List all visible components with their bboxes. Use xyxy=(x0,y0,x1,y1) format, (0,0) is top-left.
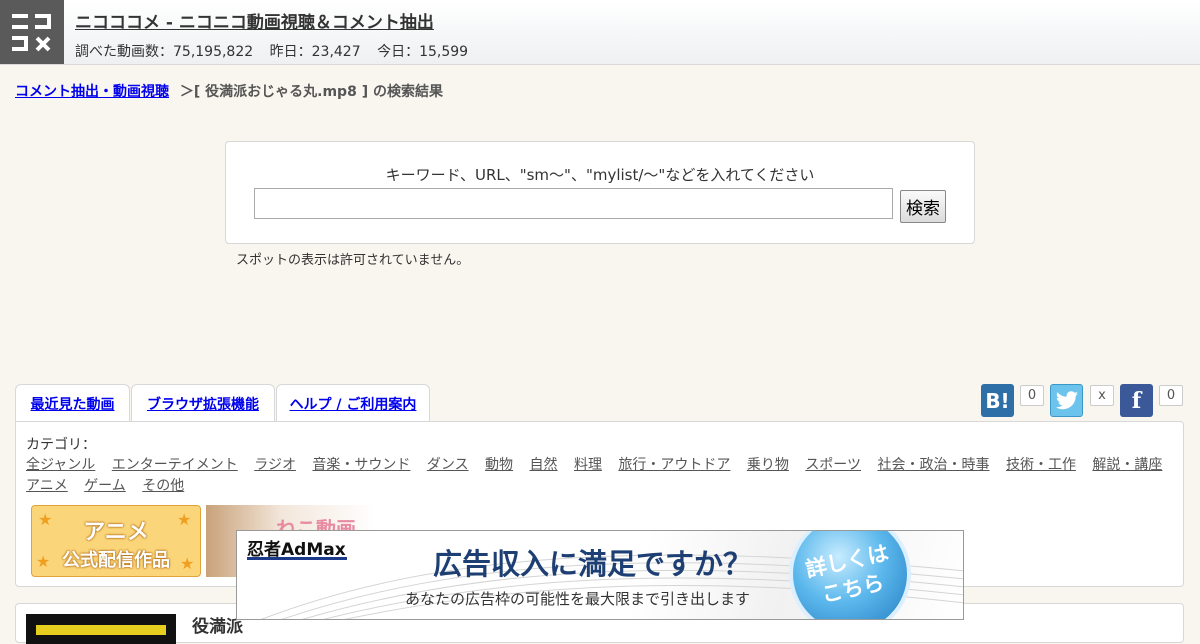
breadcrumb-current: ＞[ 役満派おじゃる丸.mp8 ] の検索結果 xyxy=(179,84,443,100)
stat-yesterday: 昨日：23,427 xyxy=(269,44,361,60)
hatena-count: 0 xyxy=(1020,385,1044,406)
site-title[interactable]: ニコココメ - ニコニコ動画視聴＆コメント抽出 xyxy=(75,8,434,33)
facebook-count: 0 xyxy=(1159,385,1183,406)
admax-ad-banner[interactable]: 忍者AdMax 広告収入に満足ですか？ あなたの広告枠の可能性を最大限まで引き出… xyxy=(236,530,964,620)
category-link[interactable]: その他 xyxy=(142,476,184,497)
category-link[interactable]: 動物 xyxy=(485,455,513,476)
twitter-bird-icon[interactable] xyxy=(1050,384,1083,417)
category-link[interactable]: 全ジャンル xyxy=(26,455,95,476)
site-stats: 調べた動画数：75,195,822 昨日：23,427 今日：15,599 xyxy=(75,41,480,61)
category-link[interactable]: ラジオ xyxy=(254,455,296,476)
category-link[interactable]: ダンス xyxy=(427,455,469,476)
tab-recent-videos-label[interactable]: 最近見た動画 xyxy=(31,394,115,414)
result-thumbnail[interactable] xyxy=(26,614,176,644)
nicocome-logo-icon[interactable] xyxy=(0,0,64,64)
twitter-count: x xyxy=(1090,385,1114,406)
tab-recent-videos[interactable]: 最近見た動画 xyxy=(15,384,130,422)
category-link[interactable]: エンターテイメント xyxy=(112,455,238,476)
tab-browser-extension-label[interactable]: ブラウザ拡張機能 xyxy=(147,394,259,414)
ad-headline: 広告収入に満足ですか？ xyxy=(433,547,753,581)
ad-brand-underline xyxy=(247,557,347,560)
category-link[interactable]: ゲーム xyxy=(84,476,126,497)
tab-help[interactable]: ヘルプ / ご利用案内 xyxy=(276,384,430,422)
breadcrumb-home-link[interactable]: コメント抽出・動画視聴 xyxy=(15,84,169,100)
tab-browser-extension[interactable]: ブラウザ拡張機能 xyxy=(131,384,275,422)
category-link[interactable]: スポーツ xyxy=(805,455,861,476)
facebook-glyph: f xyxy=(1131,387,1142,414)
ad-cta-button[interactable]: 詳しくは こちら xyxy=(788,531,911,619)
category-link[interactable]: アニメ xyxy=(26,476,68,497)
category-link[interactable]: 解説・講座 xyxy=(1092,455,1162,476)
category-link[interactable]: 音楽・サウンド xyxy=(312,455,410,476)
anime-banner-line2: 公式配信作品 xyxy=(62,550,170,571)
tab-help-label[interactable]: ヘルプ / ご利用案内 xyxy=(290,394,417,414)
hatena-glyph: B! xyxy=(985,388,1010,413)
stat-today: 今日：15,599 xyxy=(377,44,469,60)
hatena-bookmark-icon[interactable]: B! xyxy=(981,384,1014,417)
anime-banner-line1: アニメ xyxy=(83,520,149,545)
category-link[interactable]: 技術・工作 xyxy=(1006,455,1076,476)
search-button[interactable]: 検索 xyxy=(900,190,946,223)
search-box: キーワード、URL、"sm〜"、"mylist/〜"などを入れてください 検索 xyxy=(225,141,975,244)
category-link[interactable]: 社会・政治・時事 xyxy=(878,455,990,476)
breadcrumb: コメント抽出・動画視聴 ＞[ 役満派おじゃる丸.mp8 ] の検索結果 xyxy=(15,81,443,101)
search-hint: キーワード、URL、"sm〜"、"mylist/〜"などを入れてください xyxy=(385,166,815,184)
spot-notice: スポットの表示は許可されていません。 xyxy=(236,253,470,268)
anime-official-banner[interactable]: ★ ★ ★ ★ アニメ 公式配信作品 xyxy=(31,505,201,577)
category-link[interactable]: 料理 xyxy=(574,455,602,476)
category-list: 全ジャンル エンターテイメント ラジオ 音楽・サウンド ダンス 動物 自然 料理… xyxy=(26,455,1176,497)
category-link[interactable]: 旅行・アウトドア xyxy=(618,455,730,476)
stat-total: 調べた動画数：75,195,822 xyxy=(75,44,254,60)
site-header: ニコココメ - ニコニコ動画視聴＆コメント抽出 調べた動画数：75,195,82… xyxy=(0,0,1200,65)
ad-subline: あなたの広告枠の可能性を最大限まで引き出します xyxy=(405,590,751,608)
facebook-icon[interactable]: f xyxy=(1120,384,1153,417)
category-label: カテゴリ： xyxy=(26,437,96,453)
ad-cta-text: 詳しくは こちら xyxy=(788,536,911,614)
category-link[interactable]: 自然 xyxy=(530,455,558,476)
search-input[interactable] xyxy=(254,188,893,219)
category-link[interactable]: 乗り物 xyxy=(747,455,789,476)
